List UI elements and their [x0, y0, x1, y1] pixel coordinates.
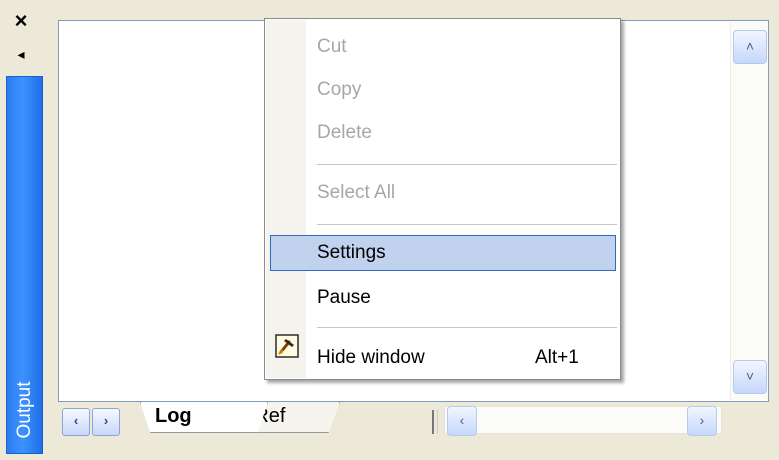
menu-item-hide-window-shortcut: Alt+1	[535, 347, 579, 368]
autohide-arrow-icon[interactable]: ◂	[6, 40, 36, 68]
close-icon[interactable]: ×	[6, 8, 36, 34]
horizontal-scrollbar[interactable]: ‹ ›	[444, 406, 722, 436]
splitter-handle[interactable]	[432, 410, 438, 434]
tab-log[interactable]: Log	[140, 402, 268, 433]
menu-icon-gutter	[266, 20, 306, 378]
menu-item-cut[interactable]: Cut	[317, 29, 347, 65]
scroll-right-icon[interactable]: ›	[687, 406, 717, 436]
scroll-down-icon[interactable]: ˅	[733, 360, 767, 394]
menu-separator	[317, 327, 617, 328]
output-side-tab[interactable]: Output	[6, 76, 43, 454]
output-side-tab-label: Output	[13, 381, 35, 439]
menu-item-settings[interactable]: Settings	[317, 235, 386, 271]
tab-bar: ‹ › XRef Log ‹ ›	[58, 402, 769, 436]
scroll-up-icon[interactable]: ˄	[733, 30, 767, 64]
scroll-left-icon[interactable]: ‹	[447, 406, 477, 436]
menu-separator	[317, 224, 617, 225]
menu-item-select-all[interactable]: Select All	[317, 175, 395, 211]
context-menu: Cut Copy Delete Select All Settings Paus…	[264, 18, 621, 380]
vertical-scrollbar[interactable]: ˄ ˅	[730, 22, 768, 400]
tab-label: Log	[155, 405, 192, 427]
pin-hammer-icon	[275, 334, 299, 358]
tab-prev-icon[interactable]: ‹	[62, 408, 90, 436]
menu-item-copy[interactable]: Copy	[317, 72, 361, 108]
tab-next-icon[interactable]: ›	[92, 408, 120, 436]
menu-item-pause[interactable]: Pause	[317, 280, 371, 316]
menu-item-hide-window[interactable]: Hide window	[317, 340, 425, 376]
menu-item-delete[interactable]: Delete	[317, 115, 372, 151]
menu-separator	[317, 164, 617, 165]
